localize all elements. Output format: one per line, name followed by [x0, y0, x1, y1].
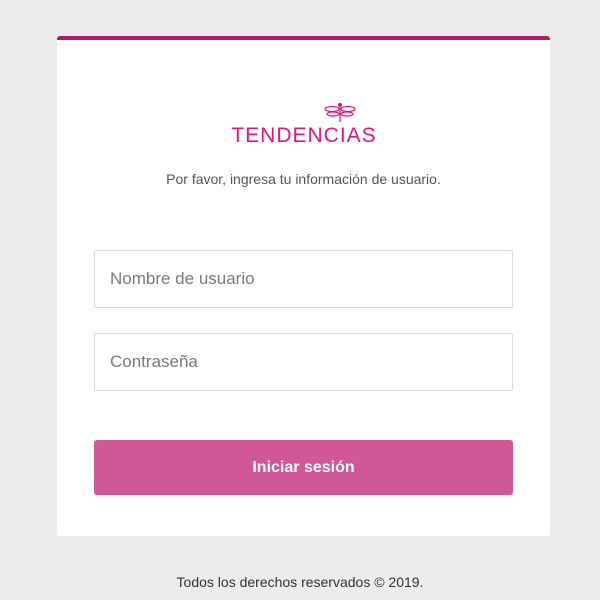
password-input[interactable] — [94, 333, 513, 391]
login-button[interactable]: Iniciar sesión — [94, 440, 513, 495]
brand-logo: TENDENCIAS — [57, 102, 550, 152]
login-instructions: Por favor, ingresa tu información de usu… — [166, 171, 441, 187]
tendencias-logo-icon: TENDENCIAS — [231, 102, 376, 147]
username-input[interactable] — [94, 250, 513, 308]
brand-name: TENDENCIAS — [231, 124, 376, 147]
login-card: TENDENCIAS Por favor, ingresa tu informa… — [57, 36, 550, 536]
footer-copyright: Todos los derechos reservados © 2019. — [176, 574, 424, 590]
